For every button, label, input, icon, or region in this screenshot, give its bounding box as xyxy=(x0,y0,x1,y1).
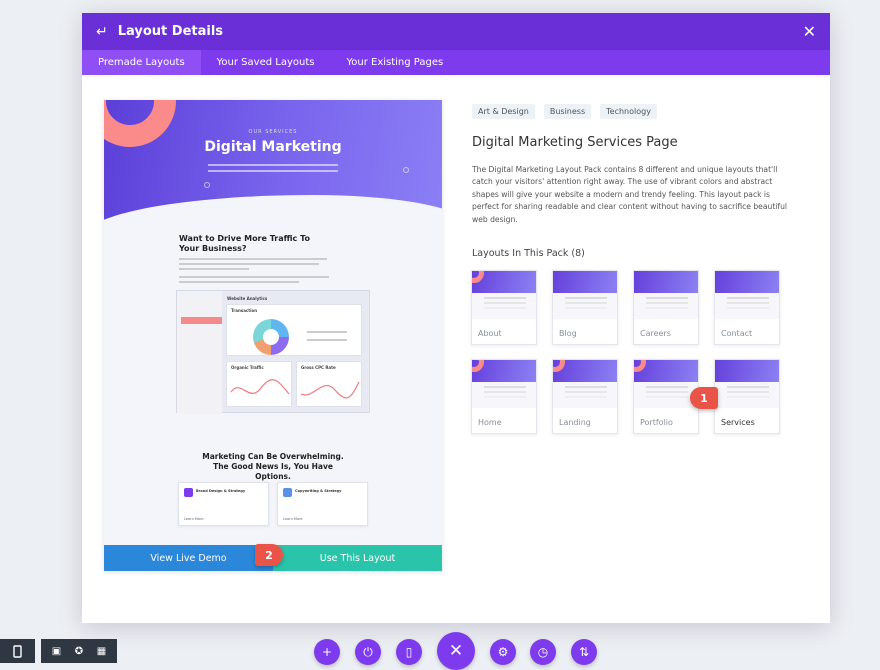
copywriting-icon xyxy=(283,488,292,497)
modal-header: ↵ Layout Details ✕ xyxy=(82,13,830,50)
dashboard-active-item xyxy=(181,317,222,324)
use-this-layout-button[interactable]: Use This Layout xyxy=(273,545,442,571)
section2-text: Marketing Can Be Overwhelming. The Good … xyxy=(202,452,344,481)
modal-title: Layout Details xyxy=(117,24,224,39)
mobile-view-glyph xyxy=(13,644,22,658)
brand-design-icon xyxy=(184,488,193,497)
tab-premade-layouts[interactable]: Premade Layouts xyxy=(82,50,201,75)
learn-more-link: Learn More xyxy=(184,517,204,521)
hero-text-line xyxy=(208,164,338,166)
hero-title: Digital Marketing xyxy=(204,139,342,155)
wireframe-icon[interactable]: ▣ xyxy=(52,646,61,657)
hero-text-line xyxy=(208,170,338,172)
feature-card: Copywriting & Strategy Learn More xyxy=(277,482,368,526)
layout-thumbnail xyxy=(472,271,536,319)
feature-title: Brand Design & Strategy xyxy=(196,489,246,493)
organic-traffic-label: Organic Traffic xyxy=(231,365,264,370)
settings-icon[interactable]: ⚙ xyxy=(490,639,516,665)
text-placeholder xyxy=(179,281,299,283)
layout-thumbnail xyxy=(634,360,698,408)
layout-card-label: Contact xyxy=(721,329,753,338)
cpc-rate-label: Gross CPC Rate xyxy=(301,365,336,370)
layout-thumbnail xyxy=(472,360,536,408)
layout-card-careers[interactable]: Careers xyxy=(633,270,699,345)
hero-wave xyxy=(104,195,442,265)
power-icon[interactable]: ⏻ xyxy=(355,639,381,665)
step-1-marker: 1 xyxy=(690,387,718,409)
close-icon[interactable]: ✕ xyxy=(803,22,816,41)
layout-description: The Digital Marketing Layout Pack contai… xyxy=(472,165,788,224)
dashboard-title: Website Analytics xyxy=(227,296,268,301)
cpc-rate-card: Gross CPC Rate xyxy=(296,361,362,407)
view-mode-toolbar: ▣ ✪ ▦ xyxy=(41,639,117,663)
layout-card-label: Landing xyxy=(559,418,591,427)
preview-section2-title: Marketing Can Be Overwhelming. The Good … xyxy=(104,452,442,482)
layout-thumbnail xyxy=(553,360,617,408)
legend-line xyxy=(307,339,347,341)
organic-traffic-card: Organic Traffic xyxy=(226,361,292,407)
preview-dashboard: Website Analytics Transaction Organic Tr… xyxy=(176,290,370,414)
layout-thumbnail xyxy=(715,360,779,408)
transaction-label: Transaction xyxy=(231,308,258,313)
history-icon[interactable]: ◷ xyxy=(530,639,556,665)
layout-details-modal: ↵ Layout Details ✕ Premade Layouts Your … xyxy=(82,13,830,623)
feature-title: Copywriting & Strategy xyxy=(295,489,342,493)
layout-card-label: About xyxy=(478,329,502,338)
cpc-rate-sparkline xyxy=(300,381,360,399)
layout-card-home[interactable]: Home xyxy=(471,359,537,434)
layout-pack-grid: About Blog Careers Contact Home Landing … xyxy=(471,270,782,434)
learn-more-link: Learn More xyxy=(283,517,303,521)
layout-card-landing[interactable]: Landing xyxy=(552,359,618,434)
preview-hero: OUR SERVICES Digital Marketing xyxy=(104,100,442,265)
close-icon[interactable]: ✕ xyxy=(437,632,475,670)
hero-dot xyxy=(204,182,210,188)
step-2-marker: 2 xyxy=(255,544,283,566)
organic-traffic-sparkline xyxy=(230,379,290,395)
dashboard-transaction-card: Transaction xyxy=(226,304,362,356)
legend-line xyxy=(307,331,347,333)
layout-thumbnail xyxy=(634,271,698,319)
mobile-view-icon[interactable] xyxy=(0,639,35,663)
tag-business[interactable]: Business xyxy=(543,104,592,119)
add-icon[interactable]: + xyxy=(314,639,340,665)
layout-card-label: Home xyxy=(478,418,502,427)
layout-thumbnail xyxy=(553,271,617,319)
text-placeholder xyxy=(179,258,327,260)
layout-card-label: Portfolio xyxy=(640,418,673,427)
layout-card-blog[interactable]: Blog xyxy=(552,270,618,345)
text-placeholder xyxy=(179,276,329,278)
text-placeholder xyxy=(179,263,319,265)
layout-title: Digital Marketing Services Page xyxy=(472,135,678,150)
hero-dot xyxy=(403,167,409,173)
trash-icon[interactable]: ▯ xyxy=(396,639,422,665)
layout-card-label: Careers xyxy=(640,329,671,338)
donut-chart xyxy=(253,319,289,355)
pack-heading: Layouts In This Pack (8) xyxy=(472,248,585,259)
preview-section-title: Want to Drive More Traffic To Your Busin… xyxy=(179,234,310,253)
tab-saved-layouts[interactable]: Your Saved Layouts xyxy=(201,50,331,75)
layout-preview: OUR SERVICES Digital Marketing Want to D… xyxy=(104,100,442,571)
hover-icon[interactable]: ✪ xyxy=(75,646,83,657)
layout-card-label: Services xyxy=(721,418,755,427)
tag-technology[interactable]: Technology xyxy=(600,104,657,119)
dashboard-sidebar xyxy=(177,291,222,414)
layout-card-contact[interactable]: Contact xyxy=(714,270,780,345)
layout-card-label: Blog xyxy=(559,329,577,338)
feature-card: Brand Design & Strategy Learn More xyxy=(178,482,269,526)
tag-art-design[interactable]: Art & Design xyxy=(472,104,535,119)
layout-card-about[interactable]: About xyxy=(471,270,537,345)
sort-icon[interactable]: ⇅ xyxy=(571,639,597,665)
text-placeholder xyxy=(179,268,249,270)
layout-card-services[interactable]: Services xyxy=(714,359,780,434)
tab-existing-pages[interactable]: Your Existing Pages xyxy=(330,50,459,75)
grid-icon[interactable]: ▦ xyxy=(97,646,106,657)
view-live-demo-button[interactable]: View Live Demo xyxy=(104,545,273,571)
return-arrow-icon[interactable]: ↵ xyxy=(96,24,108,40)
tab-bar: Premade Layouts Your Saved Layouts Your … xyxy=(82,50,830,75)
layout-thumbnail xyxy=(715,271,779,319)
category-tags: Art & Design Business Technology xyxy=(472,104,657,119)
hero-tag: OUR SERVICES xyxy=(248,129,298,135)
